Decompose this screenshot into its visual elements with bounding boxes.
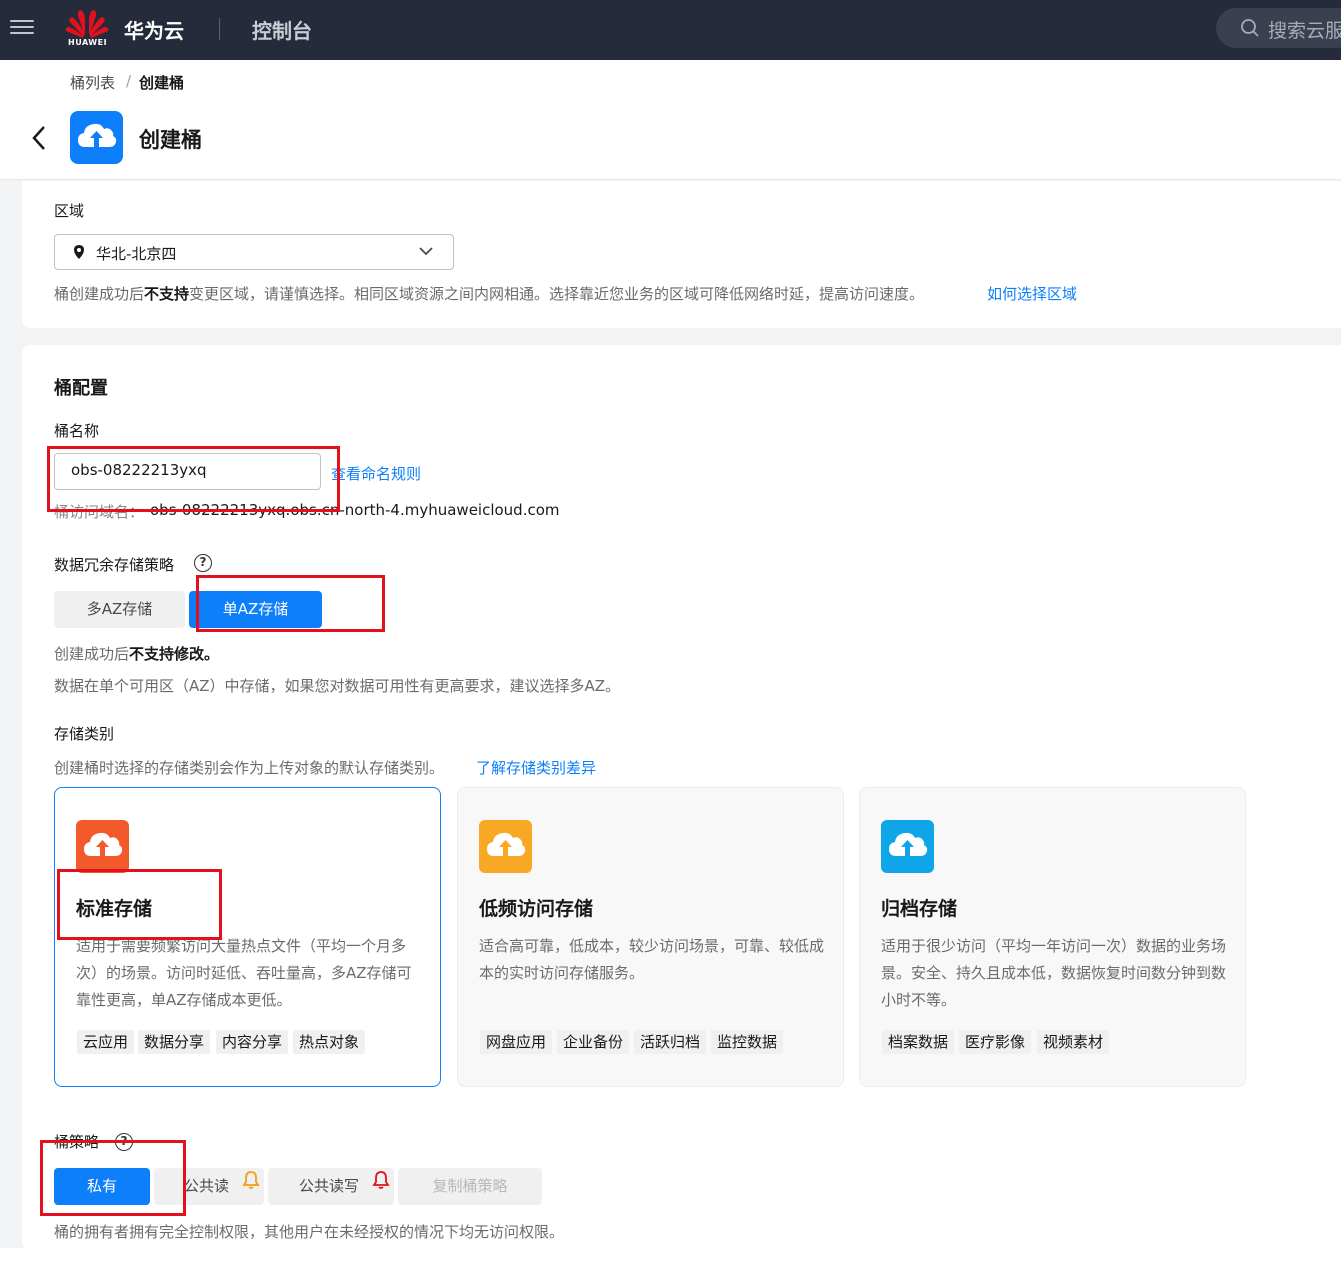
region-label: 区域 — [54, 202, 85, 220]
storage-class-hint: 创建桶时选择的存储类别会作为上传对象的默认存储类别。 — [54, 759, 445, 777]
search-icon — [1240, 18, 1260, 38]
location-pin-icon — [72, 244, 86, 260]
bell-icon — [372, 1170, 390, 1190]
highlight-box — [40, 1140, 186, 1216]
redundancy-note: 创建成功后不支持修改。 — [54, 645, 220, 663]
storage-class-label: 存储类别 — [54, 725, 115, 743]
highlight-box — [196, 575, 385, 632]
how-to-choose-region-link[interactable]: 如何选择区域 — [987, 283, 1077, 304]
storage-tag: 医疗影像 — [959, 1030, 1032, 1054]
storage-tag: 热点对象 — [293, 1030, 366, 1054]
section-title: 桶配置 — [54, 378, 108, 399]
storage-tag: 档案数据 — [882, 1030, 955, 1054]
redundancy-label: 数据冗余存储策略 — [54, 556, 175, 574]
redundancy-desc: 数据在单个可用区（AZ）中存储，如果您对数据可用性有更高要求，建议选择多AZ。 — [54, 677, 621, 695]
storage-card-desc: 适用于需要频繁访问大量热点文件（平均一个月多次）的场景。访问时延低、吞吐量高，多… — [76, 937, 412, 1009]
bottom-strip — [0, 1248, 1341, 1264]
cloud-upload-icon — [881, 820, 934, 873]
page-title: 创建桶 — [139, 128, 202, 152]
storage-tag: 视频素材 — [1037, 1030, 1110, 1054]
multi-az-option[interactable]: 多AZ存储 — [54, 591, 185, 628]
storage-card-title: 低频访问存储 — [479, 898, 594, 920]
naming-rules-link[interactable]: 查看命名规则 — [331, 463, 421, 484]
storage-card-desc: 适用于很少访问（平均一年访问一次）数据的业务场景。安全、持久且成本低，数据恢复时… — [881, 937, 1227, 1009]
storage-card-title: 归档存储 — [881, 898, 958, 920]
breadcrumb-bucket-list[interactable]: 桶列表 — [70, 72, 115, 93]
breadcrumb-separator: / — [126, 72, 132, 90]
storage-tag: 网盘应用 — [480, 1030, 553, 1054]
search-input[interactable]: 搜索云服 — [1268, 16, 1341, 43]
page-header — [0, 60, 1341, 180]
bucket-name-label: 桶名称 — [54, 422, 100, 440]
bucket-policy-desc: 桶的拥有者拥有完全控制权限，其他用户在未经授权的情况下均无访问权限。 — [54, 1223, 565, 1241]
storage-tag: 监控数据 — [711, 1030, 784, 1054]
bell-icon — [242, 1170, 260, 1190]
help-icon[interactable]: ? — [194, 554, 212, 572]
chevron-down-icon[interactable] — [418, 244, 434, 258]
storage-tag: 数据分享 — [138, 1030, 211, 1054]
menu-icon[interactable] — [10, 16, 34, 40]
logo-text: HUAWEI — [68, 38, 108, 47]
back-arrow-icon[interactable] — [30, 124, 48, 152]
top-navigation-bar — [0, 0, 1341, 60]
obs-bucket-icon — [70, 111, 123, 164]
highlight-box — [57, 869, 222, 940]
cloud-upload-icon — [479, 820, 532, 873]
storage-tag: 企业备份 — [557, 1030, 630, 1054]
breadcrumb-current: 创建桶 — [139, 74, 185, 92]
brand-name[interactable]: 华为云 — [124, 15, 184, 44]
storage-tag: 内容分享 — [216, 1030, 289, 1054]
cloud-upload-icon — [76, 820, 129, 873]
storage-class-diff-link[interactable]: 了解存储类别差异 — [476, 757, 596, 778]
console-link[interactable]: 控制台 — [252, 15, 312, 44]
highlight-box — [47, 446, 340, 512]
copy-bucket-policy-option[interactable]: 复制桶策略 — [398, 1168, 542, 1205]
region-value: 华北-北京四 — [96, 245, 177, 263]
region-hint: 桶创建成功后不支持变更区域，请谨慎选择。相同区域资源之间内网相通。选择靠近您业务… — [54, 285, 925, 303]
topbar-divider — [219, 18, 220, 40]
storage-card-desc: 适合高可靠，低成本，较少访问场景，可靠、较低成本的实时访问存储服务。 — [479, 937, 825, 982]
storage-tag: 活跃归档 — [634, 1030, 707, 1054]
storage-tag: 云应用 — [77, 1030, 135, 1054]
